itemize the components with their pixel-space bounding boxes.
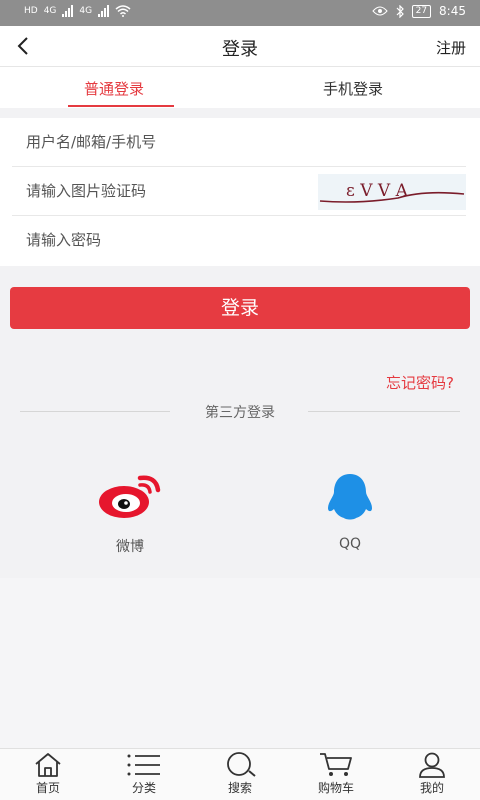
cart-icon xyxy=(320,753,352,776)
nav-mine-label: 我的 xyxy=(419,781,444,795)
bluetooth-icon xyxy=(396,4,404,18)
nav-cart[interactable]: 购物车 xyxy=(288,752,384,796)
status-bar: HD 4G 4G 27 8:45 xyxy=(0,0,480,26)
nav-home-label: 首页 xyxy=(35,781,60,795)
empty-area xyxy=(0,578,480,748)
status-left: HD 4G 4G xyxy=(24,5,131,17)
status-right: 27 8:45 xyxy=(371,4,466,18)
nav-home[interactable]: 首页 xyxy=(0,752,96,796)
tab-phone-login[interactable]: 手机登录 xyxy=(323,78,383,99)
page-title: 登录 xyxy=(222,39,258,60)
captcha-image[interactable]: ɛ V V A xyxy=(318,174,466,210)
login-tabs: 普通登录 手机登录 xyxy=(0,66,480,108)
list-icon xyxy=(127,754,160,776)
nav-category[interactable]: 分类 xyxy=(96,752,192,796)
search-icon xyxy=(227,752,256,777)
captcha-input[interactable] xyxy=(26,180,306,202)
home-icon xyxy=(35,753,61,777)
hd-label: HD xyxy=(24,6,38,16)
tab-active-indicator xyxy=(68,105,174,107)
signal-icon xyxy=(62,5,74,17)
qq-penguin-icon xyxy=(328,474,372,520)
password-input[interactable] xyxy=(26,229,306,251)
network-label-2: 4G xyxy=(79,6,93,16)
username-input[interactable] xyxy=(26,131,306,153)
eye-icon xyxy=(371,6,388,16)
nav-search-label: 搜索 xyxy=(227,781,252,795)
register-link[interactable]: 注册 xyxy=(436,37,466,58)
username-row xyxy=(12,118,466,167)
nav-cart-label: 购物车 xyxy=(317,781,354,795)
qq-label: QQ xyxy=(338,536,362,552)
divider-right xyxy=(308,411,460,412)
battery-level: 27 xyxy=(411,4,432,18)
login-form: ɛ V V A xyxy=(0,118,480,266)
weibo-icon xyxy=(99,475,161,518)
title-bar: 登录 注册 xyxy=(0,26,480,66)
clock: 8:45 xyxy=(439,4,466,18)
captcha-graphic: ɛ V V A xyxy=(318,174,466,210)
weibo-login-button[interactable]: 微博 xyxy=(90,472,170,556)
nav-mine[interactable]: 我的 xyxy=(384,752,480,796)
forgot-password-link[interactable]: 忘记密码? xyxy=(386,372,454,393)
third-party-label: 第三方登录 xyxy=(205,405,275,421)
tab-normal-login[interactable]: 普通登录 xyxy=(84,78,144,99)
nav-search[interactable]: 搜索 xyxy=(192,752,288,796)
login-button[interactable]: 登录 xyxy=(10,287,470,329)
wifi-icon xyxy=(115,5,131,17)
nav-category-label: 分类 xyxy=(131,781,156,795)
network-label-1: 4G xyxy=(43,6,57,16)
captcha-row: ɛ V V A xyxy=(12,167,466,216)
password-row xyxy=(12,216,466,265)
signal-icon-2 xyxy=(98,5,110,17)
bottom-nav: 首页 分类 搜索 购物车 我的 xyxy=(0,748,480,800)
user-icon xyxy=(419,752,445,778)
qq-login-button[interactable]: QQ xyxy=(310,472,390,552)
weibo-label: 微博 xyxy=(116,539,144,555)
